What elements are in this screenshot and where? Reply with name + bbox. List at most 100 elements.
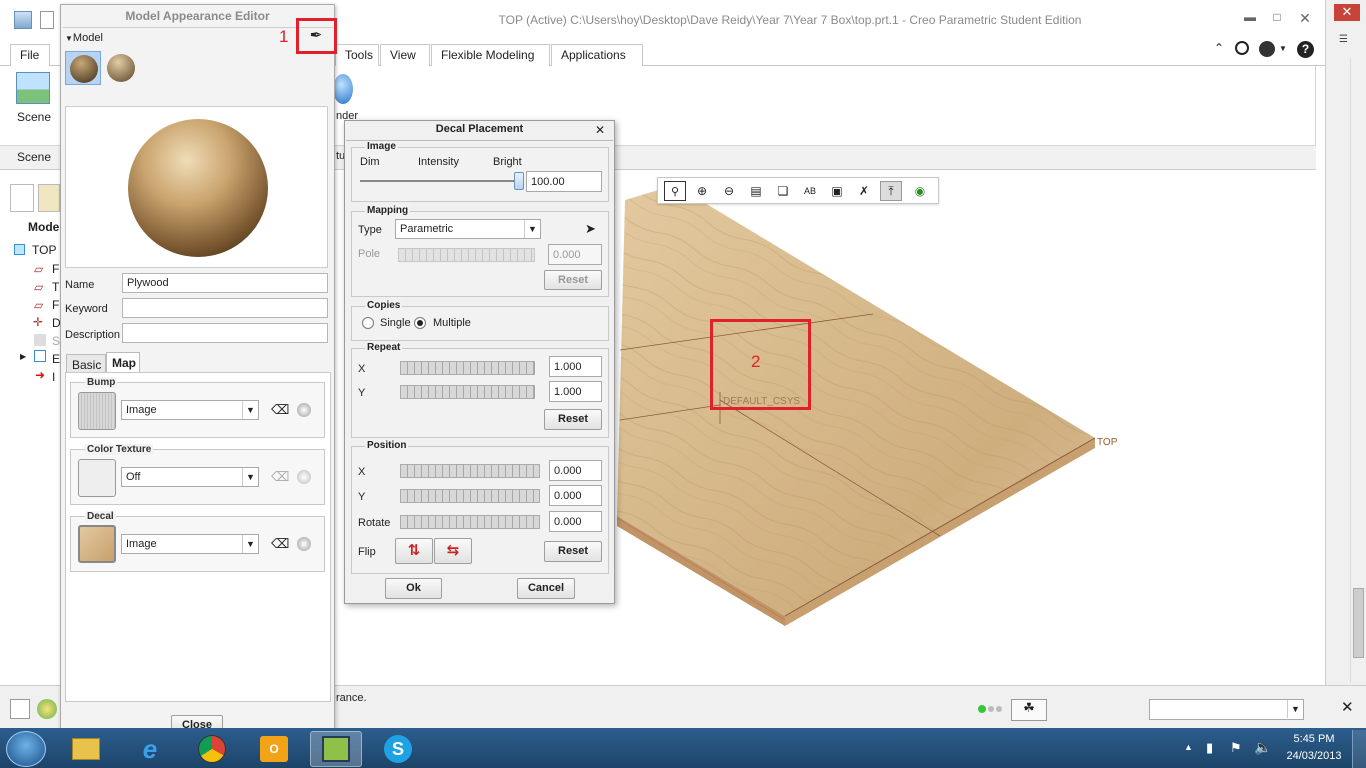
decal-select[interactable]: Image ▼ [121,534,259,554]
taskbar-skype[interactable]: S [372,731,424,767]
mapping-reset-button[interactable]: Reset [544,270,602,290]
eraser-icon[interactable]: ⌫ [271,402,289,418]
outer-close-icon[interactable]: ✕ [1334,4,1360,21]
collapse-ribbon-icon[interactable]: ⌃ [1214,41,1224,55]
bump-select[interactable]: Image ▼ [121,400,259,420]
decal-thumbnail[interactable] [78,525,116,563]
ok-button[interactable]: Ok [385,578,442,599]
zoom-out-icon[interactable]: ⊖ [718,181,740,201]
tab-tools[interactable]: Tools [335,44,379,66]
position-y-slider[interactable] [400,489,540,503]
new-file-icon[interactable] [40,11,54,29]
side-menu-icon[interactable]: ☰ [1339,34,1348,45]
tab-flexible-modeling[interactable]: Flexible Modeling [431,44,550,66]
texture-options-icon[interactable] [297,537,311,551]
scene-icon[interactable] [16,72,50,104]
scene-button-label[interactable]: Scene [17,110,51,124]
flip-vertical-icon[interactable]: ⇅ [395,538,433,564]
repeat-y-input[interactable]: 1.000 [549,381,602,402]
search-icon[interactable] [1235,41,1249,55]
position-x-input[interactable]: 0.000 [549,460,602,481]
file-menu[interactable]: File ▼ [10,44,50,75]
model-tree-tab-icon[interactable] [10,184,34,212]
keyword-field[interactable] [122,298,328,318]
view-manager-icon[interactable]: ▣ [826,181,848,201]
display-style-icon[interactable]: ❏ [772,181,794,201]
folder-browser-icon[interactable] [38,184,60,212]
maximize-icon[interactable]: □ [1266,10,1288,28]
clock-date[interactable]: 24/03/2013 [1282,750,1346,762]
position-y-input[interactable]: 0.000 [549,485,602,506]
eyedropper-icon[interactable]: ✒ [306,26,326,46]
multiple-radio[interactable] [414,317,426,329]
model-section-toggle[interactable]: ▼Model [65,32,103,44]
show-desktop-button[interactable] [1352,730,1366,768]
rotate-slider[interactable] [400,515,540,529]
chevron-down-icon[interactable]: ▼ [1279,44,1287,53]
clock-time[interactable]: 5:45 PM [1282,733,1346,745]
eraser-icon[interactable]: ⌫ [271,469,289,485]
repaint-icon[interactable]: ▤ [745,181,767,201]
community-icon[interactable] [1259,41,1275,57]
tab-view[interactable]: View [380,44,430,66]
help-icon[interactable]: ? [1297,41,1314,58]
tray-flag-icon[interactable]: ⚑ [1230,740,1242,756]
zoom-in-icon[interactable]: ⊕ [691,181,713,201]
decal-close-icon[interactable]: ✕ [595,123,605,137]
position-x-slider[interactable] [400,464,540,478]
repeat-reset-button[interactable]: Reset [544,409,602,430]
model-tree-toggle-icon[interactable] [10,699,30,719]
taskbar-explorer[interactable] [60,731,112,767]
eraser-icon[interactable]: ⌫ [271,536,289,552]
repeat-y-slider[interactable] [400,385,535,399]
vertical-scrollbar[interactable] [1350,58,1366,683]
spin-center-icon[interactable]: ◉ [909,181,931,201]
tray-device-icon[interactable]: ▮ [1206,740,1213,756]
render-icon[interactable] [333,74,353,104]
single-radio[interactable] [362,317,374,329]
repeat-x-input[interactable]: 1.000 [549,356,602,377]
browser-toggle-icon[interactable] [37,699,57,719]
taskbar-chrome[interactable] [186,731,238,767]
find-binoculars-icon[interactable]: ☘ [1011,699,1047,721]
tree-item[interactable]: F [52,262,59,276]
bump-thumbnail[interactable] [78,392,116,430]
texture-options-icon[interactable] [297,403,311,417]
tree-item[interactable]: S [52,334,60,348]
cancel-button[interactable]: Cancel [517,578,575,599]
refit-icon[interactable]: ⚲ [664,181,686,201]
intensity-input[interactable]: 100.00 [526,171,602,192]
repeat-x-slider[interactable] [400,361,535,375]
pole-input[interactable]: 0.000 [548,244,602,265]
saved-orientations-icon[interactable]: AB [799,181,821,201]
texture-options-icon[interactable] [297,470,311,484]
app-icon[interactable] [14,11,32,29]
mapping-type-select[interactable]: Parametric ▼ [395,219,541,239]
pole-slider[interactable] [398,248,535,262]
position-reset-button[interactable]: Reset [544,541,602,562]
taskbar-ie[interactable]: e [124,731,176,767]
minimize-icon[interactable]: ▬ [1239,10,1261,28]
appearance-swatch[interactable] [105,51,137,85]
selection-filter[interactable]: ▼ [1149,699,1304,720]
datum-display-icon[interactable]: ✗ [853,181,875,201]
description-field[interactable] [122,323,328,343]
color-texture-select[interactable]: Off ▼ [121,467,259,487]
tree-item[interactable]: T [52,280,59,294]
tree-root[interactable]: TOP [32,243,56,257]
intensity-slider-thumb[interactable] [514,172,524,190]
annotation-display-icon[interactable]: ⤒ [880,181,902,201]
tree-item[interactable]: I [52,370,55,384]
status-close-icon[interactable]: ✕ [1341,698,1354,716]
intensity-slider-track[interactable] [360,180,519,182]
tab-map[interactable]: Map [106,352,140,374]
color-texture-thumbnail[interactable] [78,459,116,497]
taskbar-outlook[interactable]: O [248,731,300,767]
tree-item[interactable]: E [52,352,60,366]
taskbar-creo[interactable] [310,731,362,767]
appearance-swatch-selected[interactable] [65,51,101,85]
tree-item[interactable]: F [52,298,59,312]
flip-horizontal-icon[interactable]: ⇆ [434,538,472,564]
tray-chevron-icon[interactable]: ▲ [1184,742,1193,752]
tab-applications[interactable]: Applications [551,44,643,66]
